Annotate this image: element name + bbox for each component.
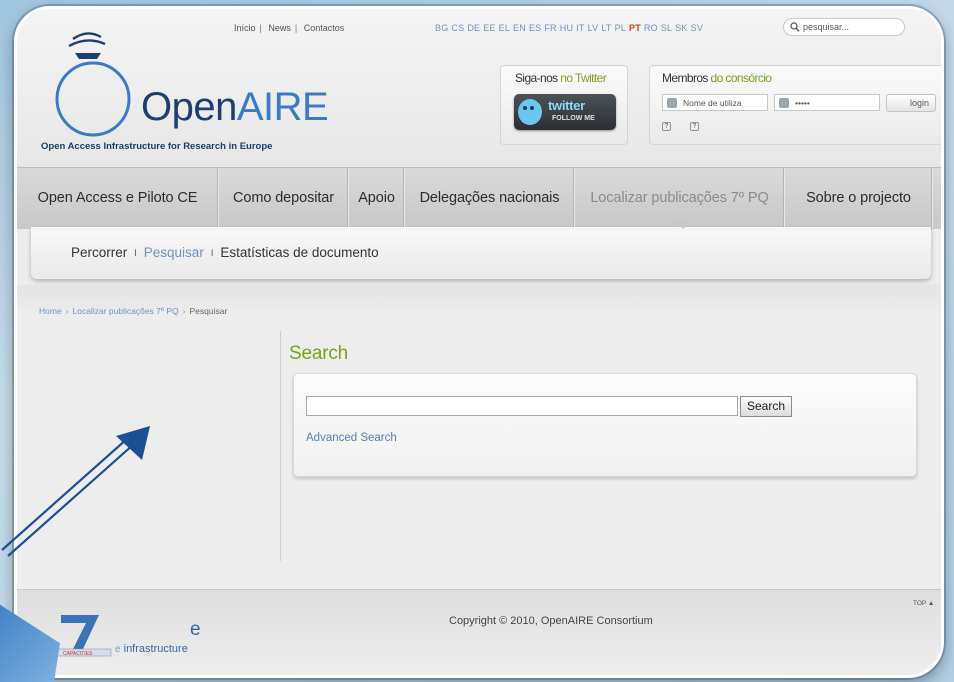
nav-item-apoio[interactable]: Apoio [349, 168, 405, 230]
breadcrumb-arrow-icon: › [182, 306, 186, 316]
lang-ro[interactable]: RO [644, 23, 658, 33]
breadcrumb-home[interactable]: Home [39, 306, 62, 316]
key-icon [779, 98, 789, 108]
twitter-box: Siga-nos no Twitter twitter FOLLOW ME [500, 65, 628, 145]
members-title: Membros do consórcio [662, 71, 772, 85]
lang-sl[interactable]: SL [661, 23, 672, 33]
twitter-follow-label: FOLLOW ME [552, 115, 595, 122]
separator: I [134, 248, 137, 258]
nav-item-open-access[interactable]: Open Access e Piloto CE [17, 168, 219, 230]
browser-frame: Início | News | Contactos BG CS DE EE EL EN ES FR… [14, 6, 944, 678]
lang-sk[interactable]: SK [675, 23, 687, 33]
twitter-follow-button[interactable]: twitter FOLLOW ME [514, 94, 616, 130]
twitter-wordmark: twitter [548, 98, 585, 113]
search-icon [790, 22, 800, 32]
breadcrumb: Home › Localizar publicações 7º PQ › Pesquis… [39, 306, 227, 316]
logo-tagline: Open Access Infrastructure for Research … [41, 141, 273, 152]
einfrastructure-logo-mark: e [190, 619, 201, 640]
lang-pl[interactable]: PL [615, 23, 626, 33]
lang-cs[interactable]: CS [451, 23, 464, 33]
breadcrumb-arrow-icon: › [65, 306, 69, 316]
sub-nav: Percorrer I Pesquisar I Estatísticas de docu… [31, 227, 931, 279]
site-footer [17, 589, 941, 675]
search-button[interactable]: Search [740, 396, 792, 417]
nav-item-como-depositar[interactable]: Como depositar [219, 168, 349, 230]
nav-item-delegacoes[interactable]: Delegações nacionais [405, 168, 575, 230]
einfrastructure-logo[interactable]: e infrastructure [115, 643, 188, 655]
logo-text: OpenAIRE [141, 85, 329, 129]
lang-sv[interactable]: SV [691, 23, 703, 33]
lang-hu[interactable]: HU [560, 23, 573, 33]
breadcrumb-current: Pesquisar [189, 306, 228, 316]
openaire-logo[interactable]: OpenAIRE Open Access Infrastructure for … [41, 27, 341, 157]
site-search-placeholder: pesquisar... [803, 22, 850, 32]
left-sidebar [35, 331, 281, 561]
active-nav-pointer [673, 219, 693, 229]
nav-item-sobre-projecto[interactable]: Sobre o projecto [785, 168, 933, 230]
lang-it[interactable]: IT [576, 23, 584, 33]
lang-en[interactable]: EN [513, 23, 526, 33]
username-field[interactable]: Nome de utiliza [662, 94, 768, 111]
logo-emblem-icon [55, 32, 131, 137]
language-selector: BG CS DE EE EL EN ES FR HU IT LV LT PL PT RO SL SK SV [435, 23, 706, 33]
search-panel: Search Advanced Search [293, 373, 917, 477]
lang-ee[interactable]: EE [483, 23, 495, 33]
fp7-logo[interactable]: CAPACITIES [53, 609, 113, 659]
register-help-icon[interactable]: ? [690, 121, 704, 135]
page-title: Search [289, 343, 349, 364]
svg-text:CAPACITIES: CAPACITIES [63, 651, 93, 657]
username-placeholder: Nome de utiliza [683, 98, 742, 108]
lang-el[interactable]: EL [499, 23, 510, 33]
fp7-seven-icon: CAPACITIES [54, 615, 112, 657]
subnav-item-percorrer[interactable]: Percorrer [71, 245, 127, 260]
password-value: ••••• [795, 98, 810, 108]
breadcrumb-localizar[interactable]: Localizar publicações 7º PQ [73, 306, 179, 316]
subnav-item-estatisticas[interactable]: Estatísticas de documento [220, 245, 378, 260]
advanced-search-link[interactable]: Advanced Search [306, 432, 397, 444]
lang-de[interactable]: DE [467, 23, 480, 33]
password-field[interactable]: ••••• [774, 94, 880, 111]
members-login-box: Membros do consórcio Nome de utiliza •••… [649, 65, 941, 145]
copyright-text: Copyright © 2010, OpenAIRE Consortium [449, 615, 653, 627]
lang-pt[interactable]: PT [629, 23, 641, 33]
lang-bg[interactable]: BG [435, 23, 448, 33]
twitter-title: Siga-nos no Twitter [515, 71, 607, 85]
back-to-top-link[interactable]: TOP ▲ [913, 600, 934, 607]
search-query-input[interactable] [306, 396, 738, 416]
site-search-input[interactable]: pesquisar... [783, 18, 905, 36]
main-nav: Open Access e Piloto CE Como depositar A… [17, 167, 941, 230]
lang-fr[interactable]: FR [544, 23, 556, 33]
site-header: Início | News | Contactos BG CS DE EE EL EN ES FR… [17, 9, 941, 169]
subnav-item-pesquisar[interactable]: Pesquisar [144, 245, 204, 260]
user-icon [667, 98, 677, 108]
separator: I [210, 248, 214, 258]
lang-lt[interactable]: LT [601, 23, 611, 33]
forgot-password-icon[interactable]: ? [662, 121, 676, 135]
twitter-bird-icon [518, 99, 542, 125]
login-button[interactable]: login [886, 94, 936, 112]
lang-es[interactable]: ES [529, 23, 541, 33]
lang-lv[interactable]: LV [588, 23, 599, 33]
